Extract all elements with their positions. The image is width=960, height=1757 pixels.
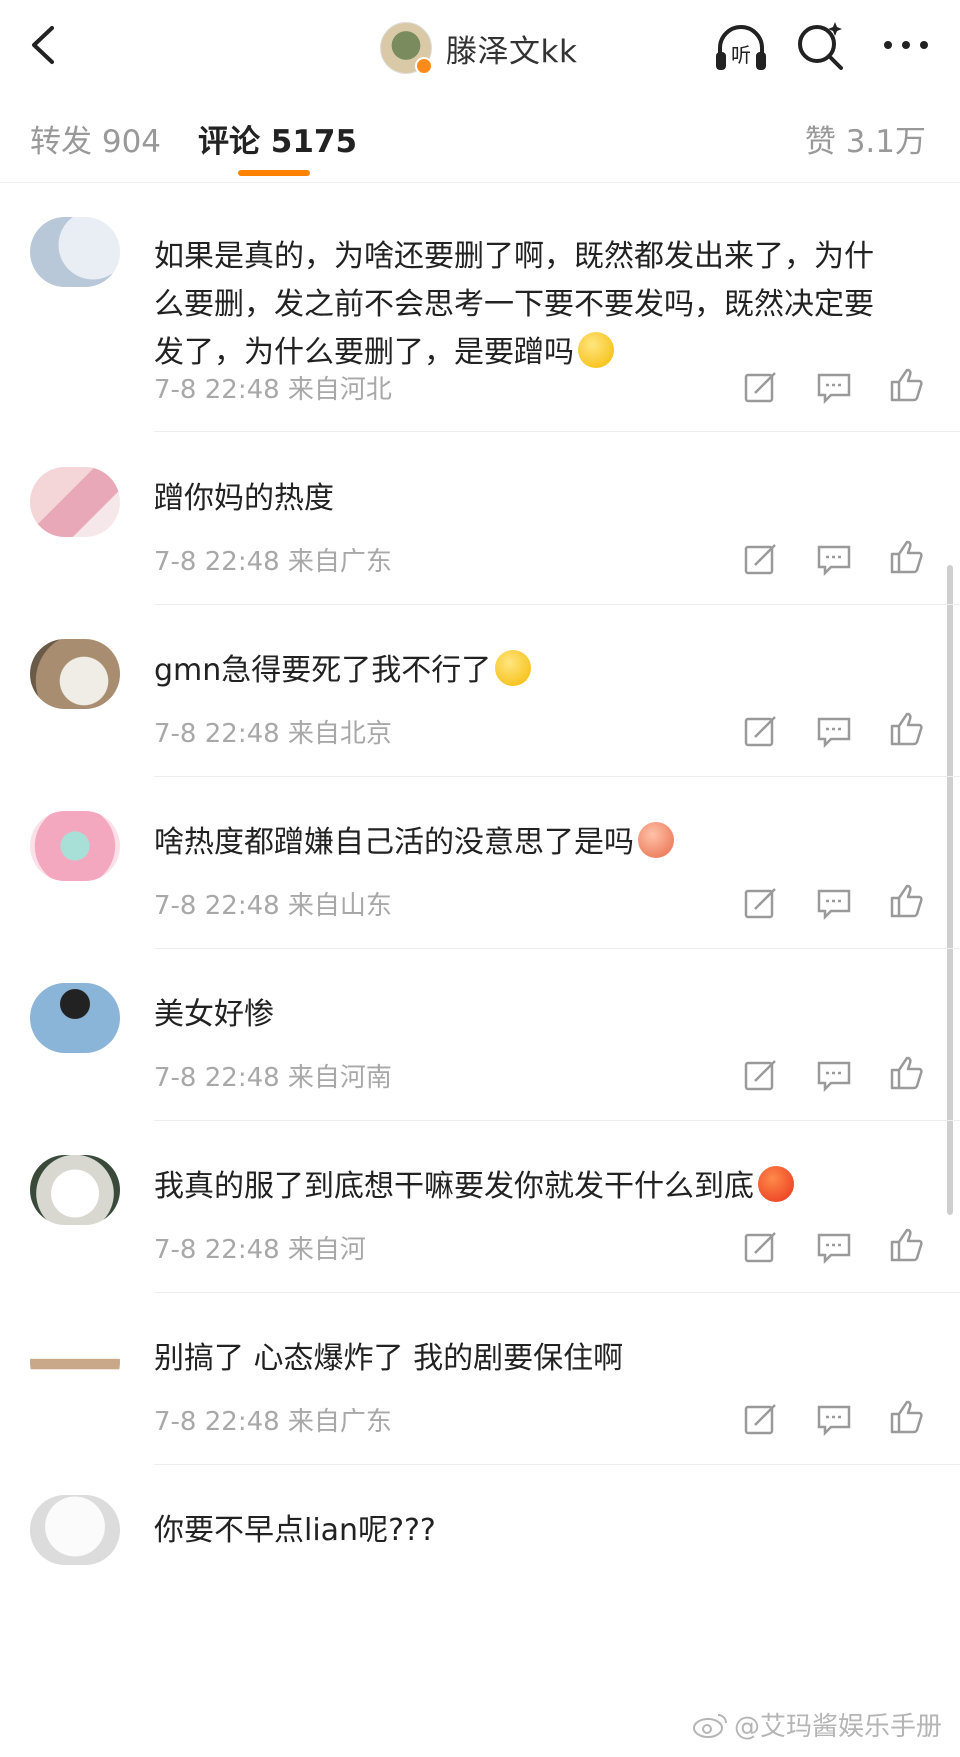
- watermark: @艾玛酱娱乐手册: [692, 1706, 942, 1743]
- comment-text: 如果是真的，为啥还要删了啊，既然都发出来了，为什么要删，发之前不会思考一下要不要…: [154, 233, 902, 377]
- commenter-avatar[interactable]: [30, 639, 120, 709]
- repost-icon[interactable]: [741, 367, 781, 407]
- commenter-avatar[interactable]: [30, 217, 120, 287]
- comment-meta: 7-8 22:48 来自山东: [154, 891, 392, 921]
- commenter-avatar[interactable]: [30, 1155, 120, 1225]
- angry-emoji-icon: [758, 1166, 794, 1202]
- like-thumbs-up-icon[interactable]: [886, 1225, 926, 1265]
- repost-icon[interactable]: [741, 1399, 781, 1439]
- sleepy-emoji-icon: [495, 650, 532, 686]
- top-nav-bar: 滕泽文kk 听: [0, 0, 960, 96]
- comment-text: 啥热度都蹭嫌自己活的没意思了是吗: [154, 819, 902, 867]
- commenter-avatar[interactable]: [30, 811, 120, 881]
- comment-meta: 7-8 22:48 来自北京: [154, 719, 392, 749]
- comment-body: gmn急得要死了我不行了: [154, 653, 492, 688]
- commenter-avatar[interactable]: [30, 1327, 120, 1397]
- reply-icon[interactable]: [814, 1055, 854, 1095]
- comment-item: 我真的服了到底想干嘛要发你就发干什么到底 7-8 22:48 来自河: [0, 1121, 960, 1293]
- repost-icon[interactable]: [741, 711, 781, 751]
- comment-text: 美女好惨: [154, 991, 902, 1039]
- comment-item: gmn急得要死了我不行了 7-8 22:48 来自北京: [0, 605, 960, 777]
- comment-body: 我真的服了到底想干嘛要发你就发干什么到底: [154, 1169, 754, 1204]
- comment-item: 你要不早点lian呢???: [0, 1465, 960, 1595]
- profile-avatar[interactable]: [380, 22, 433, 75]
- search-icon[interactable]: [795, 18, 847, 74]
- commenter-avatar[interactable]: [30, 1495, 120, 1565]
- listen-headphones-icon[interactable]: 听: [712, 18, 770, 74]
- comment-body: 美女好惨: [154, 997, 274, 1032]
- repost-icon[interactable]: [741, 539, 781, 579]
- tab-reposts[interactable]: 转发 904: [30, 116, 161, 161]
- like-thumbs-up-icon[interactable]: [886, 537, 926, 577]
- comment-body: 啥热度都蹭嫌自己活的没意思了是吗: [154, 825, 634, 860]
- profile-name[interactable]: 滕泽文kk: [446, 26, 577, 71]
- comment-body: 蹭你妈的热度: [154, 481, 334, 516]
- repost-icon[interactable]: [741, 1227, 781, 1267]
- like-thumbs-up-icon[interactable]: [886, 709, 926, 749]
- laughing-emoji-icon: [638, 822, 674, 858]
- post-tabs: 转发 904 评论 5175 赞 3.1万: [0, 96, 960, 183]
- comment-text: 我真的服了到底想干嘛要发你就发干什么到底: [154, 1163, 902, 1211]
- comment-meta: 7-8 22:48 来自河南: [154, 1063, 392, 1093]
- comment-item: 美女好惨 7-8 22:48 来自河南: [0, 949, 960, 1121]
- comment-text: 你要不早点lian呢???: [154, 1507, 902, 1555]
- repost-icon[interactable]: [741, 883, 781, 923]
- tab-likes[interactable]: 赞 3.1万: [805, 116, 926, 161]
- commenter-avatar[interactable]: [30, 467, 120, 537]
- comment-meta: 7-8 22:48 来自广东: [154, 1407, 392, 1437]
- facepalm-emoji-icon: [578, 332, 614, 368]
- watermark-text: @艾玛酱娱乐手册: [733, 1712, 942, 1742]
- reply-icon[interactable]: [814, 883, 854, 923]
- profile-header[interactable]: 滕泽文kk: [380, 20, 577, 76]
- comment-text: gmn急得要死了我不行了: [154, 647, 902, 695]
- verified-badge-icon: [415, 57, 433, 75]
- like-thumbs-up-icon[interactable]: [886, 1397, 926, 1437]
- comment-meta: 7-8 22:48 来自河: [154, 1235, 366, 1265]
- comment-meta: 7-8 22:48 来自河北: [154, 375, 392, 405]
- comment-body: 你要不早点lian呢???: [154, 1513, 436, 1548]
- reply-icon[interactable]: [814, 1399, 854, 1439]
- reply-icon[interactable]: [814, 711, 854, 751]
- reply-icon[interactable]: [814, 539, 854, 579]
- tab-comments[interactable]: 评论 5175: [198, 116, 357, 161]
- comment-meta: 7-8 22:48 来自广东: [154, 547, 392, 577]
- back-arrow-icon[interactable]: [24, 22, 64, 68]
- reply-icon[interactable]: [814, 367, 854, 407]
- comment-item: 如果是真的，为啥还要删了啊，既然都发出来了，为什么要删，发之前不会思考一下要不要…: [0, 183, 960, 433]
- listen-label: 听: [731, 43, 751, 67]
- comment-body: 如果是真的，为啥还要删了啊，既然都发出来了，为什么要删，发之前不会思考一下要不要…: [154, 239, 874, 370]
- more-options-icon[interactable]: [878, 30, 934, 60]
- comment-item: 蹭你妈的热度 7-8 22:48 来自广东: [0, 433, 960, 605]
- reply-icon[interactable]: [814, 1227, 854, 1267]
- commenter-avatar[interactable]: [30, 983, 120, 1053]
- like-thumbs-up-icon[interactable]: [886, 1053, 926, 1093]
- active-tab-indicator: [238, 170, 310, 176]
- comment-divider: [154, 431, 960, 432]
- comment-item: 啥热度都蹭嫌自己活的没意思了是吗 7-8 22:48 来自山东: [0, 777, 960, 949]
- weibo-logo-icon: [692, 1713, 727, 1738]
- comment-text: 别搞了 心态爆炸了 我的剧要保住啊: [154, 1335, 902, 1383]
- comment-body: 别搞了 心态爆炸了 我的剧要保住啊: [154, 1341, 624, 1376]
- comment-text: 蹭你妈的热度: [154, 475, 902, 523]
- comment-list: 如果是真的，为啥还要删了啊，既然都发出来了，为什么要删，发之前不会思考一下要不要…: [0, 183, 960, 1595]
- like-thumbs-up-icon[interactable]: [886, 881, 926, 921]
- comment-item: 别搞了 心态爆炸了 我的剧要保住啊 7-8 22:48 来自广东: [0, 1293, 960, 1465]
- repost-icon[interactable]: [741, 1055, 781, 1095]
- like-thumbs-up-icon[interactable]: [886, 365, 926, 405]
